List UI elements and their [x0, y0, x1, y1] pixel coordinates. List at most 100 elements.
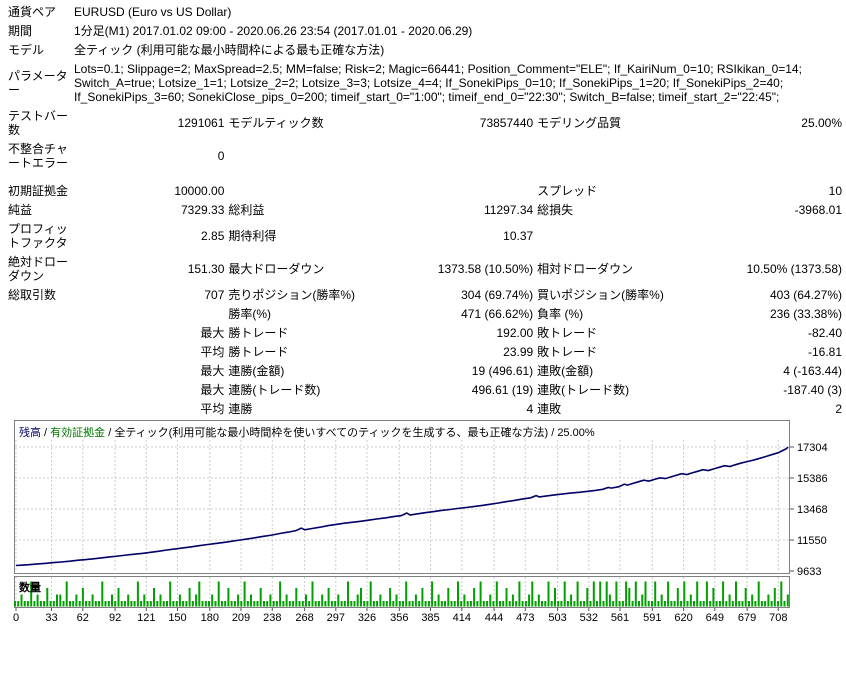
volume-bar [676, 588, 679, 607]
volume-bar [324, 601, 327, 607]
volume-bar [427, 601, 430, 607]
legend-quality-value: 25.00% [557, 427, 595, 439]
stat-label: 純益 [8, 203, 33, 217]
stats-row: 不整合チャートエラー 0 [8, 139, 846, 172]
volume-bar [651, 601, 653, 607]
stat-value: -16.81 [807, 345, 842, 359]
volume-bar [712, 588, 715, 607]
volume-bar [230, 601, 233, 607]
stat-value: 10000.00 [174, 184, 225, 198]
volume-bar [596, 601, 598, 607]
stats-row: テストバー数 1291061 モデルティック数 73857440 モデリング品質… [8, 106, 846, 139]
volume-bar [117, 588, 120, 607]
volume-bar [550, 601, 553, 607]
x-axis-tick-label: 326 [358, 612, 376, 624]
stat-label [8, 342, 74, 361]
x-axis-tick-label: 238 [263, 612, 281, 624]
volume-bar [414, 594, 417, 607]
stats-row: 勝率(%) 471 (66.62%) 負率 (%) 236 (33.38%) [8, 304, 846, 323]
stat-label: 連敗 [537, 402, 562, 416]
volume-bar [583, 601, 586, 607]
volume-bar [246, 601, 249, 607]
volume-bar [628, 588, 631, 607]
volume-bar [612, 601, 615, 607]
volume-bar [570, 594, 573, 607]
stat-value: 4 (-163.44) [783, 364, 842, 378]
balance-plot-frame [14, 420, 790, 574]
stat-label: 総損失 [537, 203, 574, 217]
volume-bar [52, 601, 55, 607]
volume-bar [534, 601, 537, 607]
volume-bar [330, 601, 333, 607]
volume-bar [518, 581, 521, 607]
volume-bar [395, 594, 398, 607]
volume-bar [275, 601, 278, 607]
volume-bar [59, 594, 62, 607]
volume-bar [243, 581, 246, 607]
volume-bar [65, 581, 68, 607]
volume-bar [411, 601, 414, 607]
x-axis-tick-label: 679 [738, 612, 756, 624]
x-axis-tick-label: 33 [45, 612, 57, 624]
volume-bar [20, 594, 23, 607]
stat-label [8, 361, 74, 380]
volume-bar [489, 594, 492, 607]
x-axis-tick-label: 150 [168, 612, 186, 624]
volume-bar [524, 601, 527, 607]
x-axis-tick-label: 356 [390, 612, 408, 624]
stat-label: プロフィットファクタ [8, 222, 68, 250]
volume-bar [602, 601, 605, 607]
volume-bar [78, 601, 81, 607]
volume-bar [208, 601, 210, 607]
volume-bar [450, 601, 453, 607]
volume-bar [670, 601, 673, 607]
volume-bar [314, 601, 317, 607]
stat-label: テストバー数 [8, 109, 69, 137]
volume-bar [327, 588, 330, 607]
stat-label: モデリング品質 [537, 116, 622, 130]
volume-bar [398, 601, 401, 607]
volume-bar [663, 601, 666, 607]
x-axis-tick-label: 532 [580, 612, 598, 624]
volume-bar [418, 601, 421, 607]
volume-bar [453, 601, 456, 607]
volume-bar [767, 594, 770, 607]
parameters-value: Lots=0.1; Slippage=2; MaxSpread=2.5; MM=… [74, 62, 802, 104]
volume-bar [654, 581, 657, 607]
volume-bar [143, 594, 146, 607]
volume-bar [482, 601, 485, 607]
volume-bar [508, 601, 511, 607]
period-value: 1分足(M1) 2017.01.02 09:00 - 2020.06.26 23… [74, 24, 473, 38]
volume-bar [731, 601, 734, 607]
volume-bar [111, 594, 113, 607]
stat-value: 2 [835, 402, 842, 416]
stat-value: -82.40 [807, 326, 842, 340]
volume-bar [253, 601, 256, 607]
volume-bar [259, 588, 262, 607]
stat-label: 連勝(トレード数) [228, 383, 321, 397]
stat-value: -3968.01 [794, 203, 842, 217]
volume-bar [136, 581, 139, 607]
volume-bar [298, 601, 301, 607]
stat-value: 403 (64.27%) [769, 288, 842, 302]
volume-bar [541, 601, 543, 607]
volume-bar [592, 581, 595, 607]
volume-bar [754, 601, 757, 607]
x-axis-tick-label: 0 [13, 612, 19, 624]
volume-bar [579, 601, 582, 607]
volume-bar [217, 581, 220, 607]
stat-value: 1291061 [177, 116, 225, 130]
x-axis-tick-label: 121 [137, 612, 155, 624]
volume-bar [81, 588, 84, 607]
stat-value: 192.00 [496, 326, 534, 340]
stat-value: 304 (69.74%) [461, 288, 534, 302]
x-axis-tick-label: 591 [643, 612, 661, 624]
volume-bar [140, 601, 143, 607]
stats-row: 平均 勝トレード 23.99 敗トレード -16.81 [8, 342, 846, 361]
legend-model-text: 全ティック(利用可能な最小時間枠を使いすべてのティックを生成する、最も正確な方法… [114, 427, 549, 439]
volume-bar [696, 581, 699, 607]
stat-label: 期間 [8, 24, 33, 38]
stat-label [8, 304, 74, 323]
volume-bar [379, 594, 382, 607]
volume-bar [49, 601, 52, 607]
